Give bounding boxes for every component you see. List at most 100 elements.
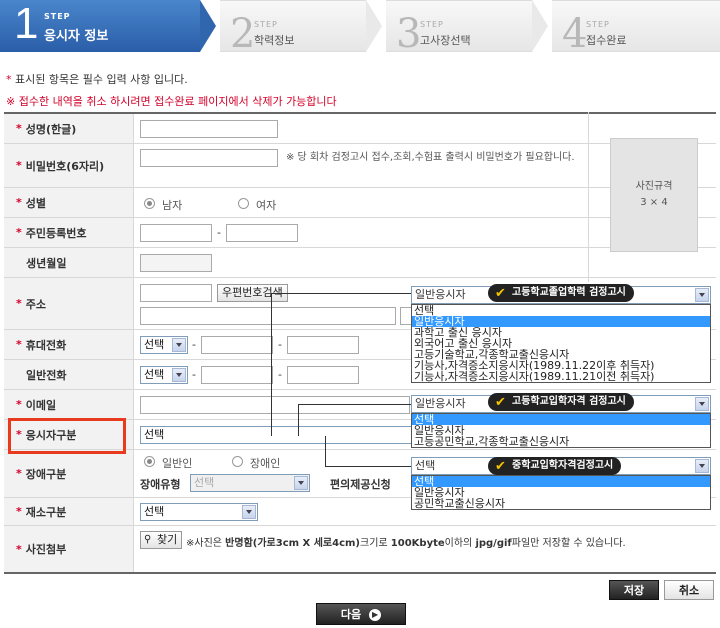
connector-line [325,466,411,467]
phone-label: 일반전화 [26,368,67,382]
disability-disabled-radio[interactable] [232,456,243,467]
option[interactable]: 일반응시자 [412,425,710,436]
row-photo: * 사진첨부 ⚲ 찾기 ※사진은 반명함(가로3cm X 세로4cm)크기로 100… [4,526,716,574]
password-hint: ※ 당 회차 검정고시 접수,조회,수험표 출력시 비밀번호가 필요합니다. [286,152,575,163]
gender-male-label: 남자 [162,199,183,212]
zipcode-input[interactable] [140,284,212,302]
residence-select[interactable]: 선택 [140,503,258,521]
name-label: 성명(한글) [25,122,77,136]
disability-type-select: 선택 [190,474,310,492]
gender-female-label: 여자 [256,199,277,212]
gender-female-radio[interactable] [238,198,249,209]
applicant-type-select[interactable]: 선택 [140,426,412,444]
connector-line [325,436,326,466]
residence-label: 재소구분 [25,505,67,519]
step-1-title: 응시자 정보 [44,29,109,44]
photo-spec-title: 사진규격 [635,181,673,192]
step-4-label: STEP [586,20,610,29]
rrn-front-input[interactable] [140,224,212,242]
check-icon: ✔ [495,459,506,474]
photo-spec-size: 3 × 4 [640,197,668,208]
disability-label: 장애구분 [25,467,67,481]
disability-general-label: 일반인 [162,457,193,470]
step-progress: 1 STEP 응시자 정보 2 STEP 학력정보 3 STEP 고사장선택 4… [0,0,720,57]
option[interactable]: 기능사,자격증소지응시자(1989.11.22이후 취득자) [412,360,710,371]
applicant-type-highlight [8,418,126,454]
mobile-dash-1: - [192,338,196,351]
phone-prefix-select[interactable]: 선택 [140,366,188,384]
email-label: 이메일 [25,398,57,412]
password-label: 비밀번호(6자리) [25,159,105,173]
convenience-label: 편의제공신청 [330,478,391,491]
find-file-button[interactable]: ⚲ 찾기 [140,531,183,549]
birth-label: 생년월일 [26,256,67,270]
save-button[interactable]: 저장 [609,580,659,600]
disability-type-label: 장애유형 [140,478,181,491]
address-label: 주소 [25,297,47,311]
step-1-number: 1 [14,0,39,48]
middle-school-options: 선택 일반응시자 고등공민학교,각종학교출신응시자 [411,413,711,448]
option[interactable]: 공민학교출신응시자 [412,498,710,509]
mobile-mid-input[interactable] [201,336,273,354]
high-school-options: 선택 일반응시자 과학고 출신 응시자 외국어고 출신 응시자 고등기술학교,각… [411,304,711,383]
option-selected[interactable]: 일반응시자 [412,316,710,327]
step-1-label: STEP [44,12,71,21]
search-icon: ⚲ [144,534,152,545]
option[interactable]: 고등기술학교,각종학교출신응시자 [412,349,710,360]
phone-dash-1: - [192,368,196,381]
option[interactable]: 고등공민학교,각종학교출신응시자 [412,436,710,447]
step-2: 2 STEP 학력정보 [220,0,386,57]
email-input[interactable] [140,396,410,414]
mobile-dash-2: - [278,338,282,351]
disability-general-radio[interactable] [144,456,155,467]
option[interactable]: 일반응시자 [412,487,710,498]
connector-line [298,404,411,405]
cancel-notice: ※ 접수한 내역을 취소 하시려면 접수완료 페이지에서 삭제가 가능합니다 [6,95,337,108]
elementary-options: 선택 일반응시자 공민학교출신응시자 [411,475,711,510]
next-button[interactable]: 다음 ▶ [316,603,406,625]
arrow-right-icon: ▶ [369,609,382,621]
option[interactable]: 기능사,자격증소지응시자(1989.11.21이전 취득자) [412,371,710,382]
rrn-dash: - [217,226,221,239]
name-input[interactable] [140,120,278,138]
phone-dash-2: - [278,368,282,381]
option-selected[interactable]: 선택 [412,414,710,425]
phone-last-input[interactable] [287,366,359,384]
step-1: 1 STEP 응시자 정보 [0,0,220,52]
phone-mid-input[interactable] [201,366,273,384]
mobile-label: 휴대전화 [25,338,67,352]
rrn-back-input[interactable] [226,224,298,242]
step-4-title: 접수완료 [586,34,627,47]
step-2-number: 2 [230,11,256,57]
check-icon: ✔ [495,286,506,301]
rrn-label: 주민등록번호 [25,226,87,240]
mobile-last-input[interactable] [287,336,359,354]
option[interactable]: 과학고 출신 응시자 [412,327,710,338]
gender-male-radio[interactable] [144,198,155,209]
step-2-title: 학력정보 [254,34,295,47]
option[interactable]: 선택 [412,305,710,316]
birth-input [140,254,212,272]
photo-hint: ※사진은 반명함(가로3cm X 세로4cm)크기로 100Kbyte이하의 j… [186,538,626,549]
connector-line [298,404,299,436]
middle-school-badge: ✔ 고등학교입학자격 검정고시 [488,393,634,411]
mobile-prefix-select[interactable]: 선택 [140,336,188,354]
step-3-number: 3 [396,11,422,57]
step-4: 4 STEP 접수완료 [552,0,720,57]
option[interactable]: 외국어고 출신 응시자 [412,338,710,349]
step-3-title: 고사장선택 [420,34,471,47]
elementary-badge: ✔ 중학교입학자격검정고시 [488,457,622,475]
photo-placeholder: 사진규격 3 × 4 [610,138,698,252]
disability-disabled-label: 장애인 [250,457,281,470]
option-selected[interactable]: 선택 [412,476,710,487]
required-note: * 표시된 항목은 필수 입력 사항 입니다. [6,73,188,86]
cancel-button[interactable]: 취소 [664,580,714,600]
connector-line [271,293,411,294]
gender-label: 성별 [25,196,47,210]
step-3-label: STEP [420,20,444,29]
step-3: 3 STEP 고사장선택 [386,0,552,57]
photo-label: 사진첨부 [25,543,67,556]
connector-line [271,293,272,436]
address1-input[interactable] [140,307,396,325]
step-4-number: 4 [562,11,588,57]
